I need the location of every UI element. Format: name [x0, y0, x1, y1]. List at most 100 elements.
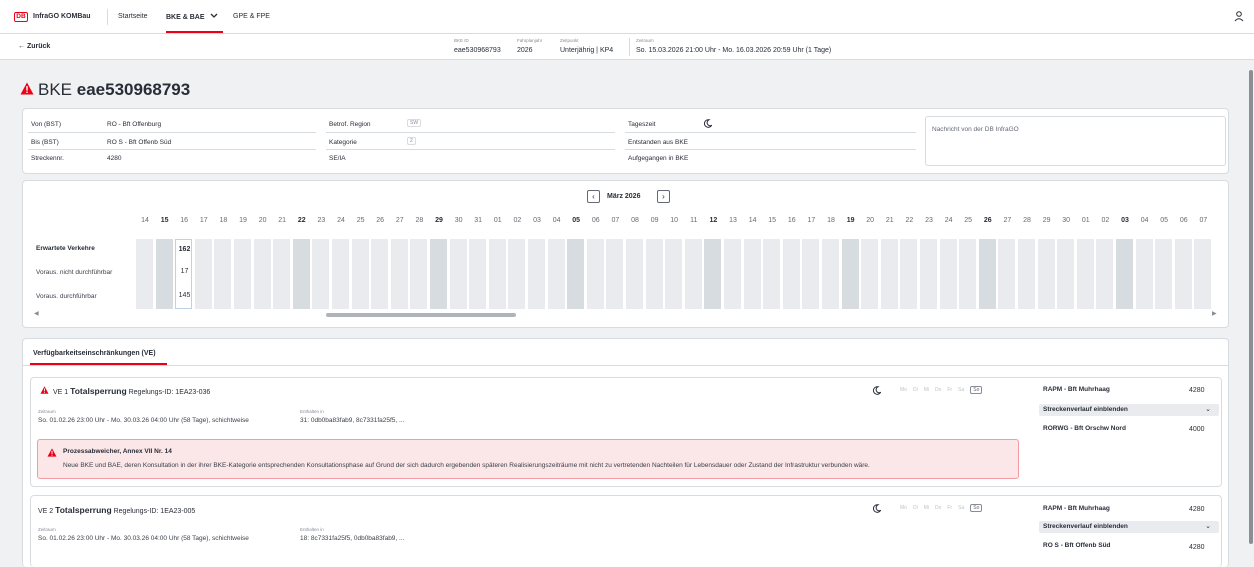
zeitraum-value: So. 01.02.26 23:00 Uhr - Mo. 30.03.26 04… — [38, 417, 249, 424]
streckenverlauf-toggle[interactable]: Streckenverlauf einblenden ⌄ — [1039, 404, 1219, 416]
calendar-day-column[interactable] — [586, 239, 604, 309]
calendar-day-column[interactable] — [763, 239, 781, 309]
nav-item-label: BKE & BAE — [166, 14, 205, 21]
calendar-day-column[interactable] — [390, 239, 408, 309]
tab-ve[interactable]: Verfügbarkeitseinschränkungen (VE) — [33, 350, 156, 357]
calendar-day-column[interactable] — [1018, 239, 1035, 309]
page-title: BKE eae530968793 — [38, 80, 190, 100]
calendar-day-column[interactable] — [1194, 239, 1212, 309]
calendar-day-column[interactable] — [1174, 239, 1192, 309]
calendar-day-column[interactable] — [528, 239, 545, 309]
calendar-day-column[interactable] — [802, 239, 820, 309]
enthalten-label: Enthalten in — [300, 409, 324, 414]
calendar-day-column[interactable] — [234, 239, 251, 309]
active-nav-indicator — [166, 31, 223, 33]
prev-month-button[interactable]: ‹ — [587, 190, 600, 203]
meta-label: BKE ID — [454, 38, 469, 43]
nav-item-bke-bae[interactable]: BKE & BAE — [166, 13, 218, 21]
calendar-day-column[interactable] — [665, 239, 683, 309]
calendar-day-column[interactable] — [978, 239, 996, 309]
weekday-di: Di — [912, 387, 918, 393]
ve-number: VE 1 — [53, 389, 69, 396]
calendar-day-column[interactable] — [567, 239, 585, 309]
cell-value-durchfuehrbar[interactable]: 145 — [176, 292, 193, 299]
calendar-day-column[interactable] — [488, 239, 506, 309]
calendar-day-column[interactable] — [998, 239, 1016, 309]
message-box[interactable]: Nachricht von der DB InfraGO — [925, 116, 1226, 166]
message-placeholder: Nachricht von der DB InfraGO — [932, 126, 1019, 133]
calendar-day-column[interactable] — [626, 239, 643, 309]
nav-item-startseite[interactable]: Startseite — [118, 13, 148, 20]
calendar-day-column[interactable] — [1076, 239, 1094, 309]
calendar-day-column[interactable] — [939, 239, 957, 309]
back-link[interactable]: ← Zurück — [18, 43, 50, 50]
ve-regelungs-id: Regelungs-ID: 1EA23-036 — [128, 389, 211, 396]
calendar-day-column[interactable] — [410, 239, 428, 309]
calendar-day-column[interactable] — [312, 239, 330, 309]
calendar-day-column[interactable] — [704, 239, 722, 309]
calendar-day-column[interactable] — [430, 239, 447, 309]
weekday-fr: Fr — [947, 505, 953, 511]
next-month-button[interactable]: › — [657, 190, 670, 203]
calendar-day-column[interactable] — [449, 239, 467, 309]
calendar-day-column[interactable] — [743, 239, 761, 309]
calendar-day-column[interactable] — [253, 239, 271, 309]
ve-regelungs-id: Regelungs-ID: 1EA23-005 — [113, 508, 196, 515]
nav-item-gpe-fpe[interactable]: GPE & FPE — [233, 13, 270, 20]
calendar-day-column[interactable] — [841, 239, 859, 309]
calendar-day-column[interactable] — [724, 239, 741, 309]
ve-header: VE 2 Totalsperrung Regelungs-ID: 1EA23-0… — [38, 505, 195, 515]
calendar-day-column[interactable] — [469, 239, 487, 309]
calendar-day-column[interactable] — [547, 239, 565, 309]
calendar-day-column[interactable] — [155, 239, 173, 309]
calendar-day-column[interactable] — [292, 239, 310, 309]
calendar-day-column[interactable] — [371, 239, 389, 309]
divider — [28, 149, 316, 150]
calendar-day-column[interactable] — [959, 239, 977, 309]
calendar-day-column[interactable] — [782, 239, 800, 309]
cell-value-nicht-durchfuehrbar[interactable]: 17 — [176, 268, 193, 275]
calendar-day-column[interactable] — [332, 239, 349, 309]
calendar-day-column[interactable] — [684, 239, 702, 309]
enthalten-value[interactable]: 31: 0db0ba83fab9, 8c7331fa25f5, ... — [300, 417, 404, 424]
info-label: Streckennr. — [31, 155, 64, 162]
row-label-erwartete-verkehre: Erwartete Verkehre — [36, 245, 95, 252]
calendar-day-column[interactable] — [136, 239, 153, 309]
scroll-left-arrow[interactable]: ◀ — [34, 310, 39, 317]
enthalten-value[interactable]: 18: 8c7331fa25f5, 0db0ba83fab9, ... — [300, 535, 404, 542]
weekday-selector: Mo Di Mi Do Fr Sa So — [900, 386, 983, 394]
calendar-day-column[interactable] — [214, 239, 232, 309]
calendar-day-column[interactable] — [920, 239, 937, 309]
db-logo[interactable]: DB — [14, 12, 28, 22]
calendar-day-column[interactable] — [822, 239, 839, 309]
calendar-day-column[interactable] — [880, 239, 898, 309]
calendar-day-column[interactable] — [1135, 239, 1153, 309]
cell-value-erwartete[interactable]: 162 — [176, 246, 193, 253]
calendar-day-column[interactable] — [1155, 239, 1173, 309]
context-bar: ← Zurück BKE ID eae530968793 Fahrplanjah… — [0, 34, 1254, 60]
calendar-day-column[interactable] — [900, 239, 918, 309]
calendar-day-column[interactable] — [1057, 239, 1075, 309]
calendar-day-column[interactable] — [606, 239, 624, 309]
divider — [625, 132, 916, 133]
user-icon[interactable] — [1233, 10, 1245, 22]
vertical-scrollbar[interactable] — [1249, 70, 1253, 544]
app-name[interactable]: InfraGO KOMBau — [33, 13, 91, 20]
calendar-day-column[interactable] — [645, 239, 663, 309]
moon-icon — [873, 386, 881, 395]
calendar-day-column[interactable] — [861, 239, 879, 309]
scroll-right-arrow[interactable]: ▶ — [1212, 310, 1217, 317]
weekday-di: Di — [912, 505, 918, 511]
calendar-day-column[interactable] — [1037, 239, 1055, 309]
calendar-day-column[interactable] — [1116, 239, 1133, 309]
alert-prozessabweicher: Prozessabweicher, Annex VII Nr. 14 Neue … — [37, 439, 1019, 479]
streckenverlauf-toggle[interactable]: Streckenverlauf einblenden ⌄ — [1039, 521, 1219, 533]
calendar-day-column[interactable] — [1096, 239, 1114, 309]
calendar-day-column[interactable] — [273, 239, 291, 309]
ve-type: Totalsperrung — [55, 505, 112, 515]
calendar-day-column[interactable] — [194, 239, 212, 309]
horizontal-scrollbar[interactable] — [326, 313, 516, 317]
info-value-streckennr: 4280 — [107, 155, 122, 162]
calendar-day-column[interactable] — [351, 239, 369, 309]
calendar-day-column[interactable] — [508, 239, 526, 309]
